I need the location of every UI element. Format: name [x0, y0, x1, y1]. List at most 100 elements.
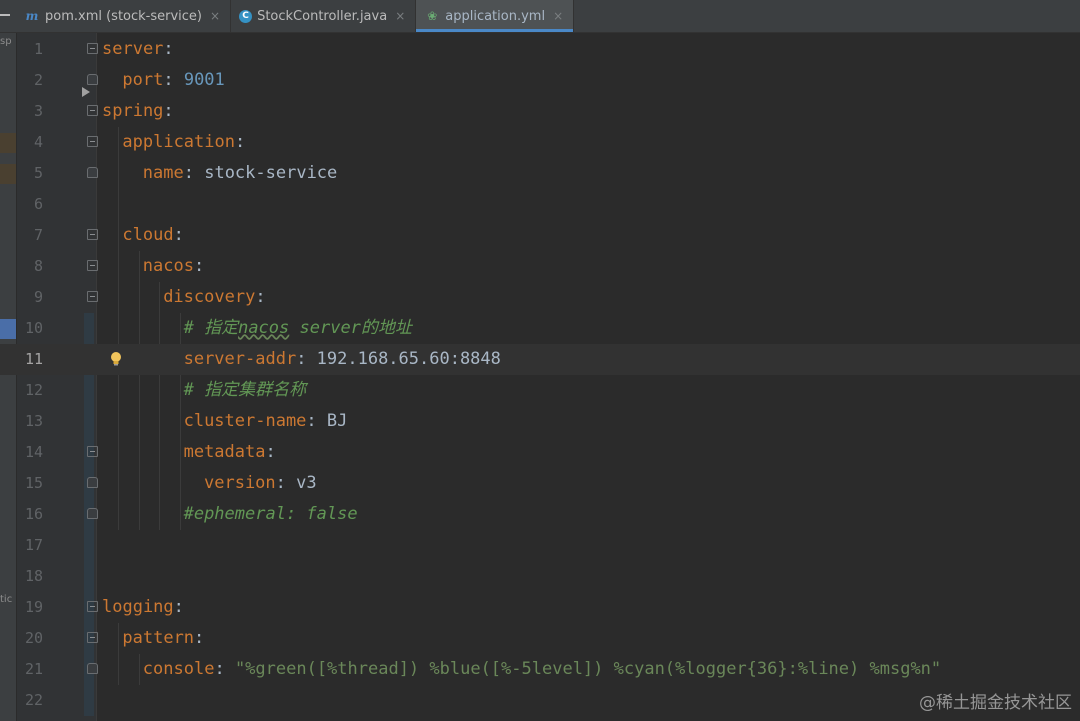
code-text: pattern:	[122, 623, 204, 654]
code-editor[interactable]: 1 server: 2 port: 9001 3 spring: 4 application:…	[0, 33, 1080, 721]
code-line[interactable]: 7 cloud:	[0, 220, 1080, 251]
fold-end-icon[interactable]	[87, 74, 98, 85]
code-text: metadata:	[184, 437, 276, 468]
fold-collapse-icon[interactable]	[87, 632, 98, 643]
fold-collapse-icon[interactable]	[87, 229, 98, 240]
code-token: cloud	[122, 225, 174, 245]
fold-collapse-icon[interactable]	[87, 446, 98, 457]
code-token: #ephemeral: false	[183, 504, 358, 524]
line-number: 22	[24, 691, 43, 709]
code-token: server	[102, 39, 164, 59]
code-token: spring	[102, 101, 164, 121]
code-text: version: v3	[204, 468, 317, 499]
fold-end-icon[interactable]	[87, 508, 98, 519]
line-number: 4	[33, 133, 43, 151]
code-line[interactable]: 10 # 指定nacos server的地址	[0, 313, 1080, 344]
code-token: :	[173, 597, 184, 617]
code-token: :	[214, 659, 235, 679]
code-line[interactable]: 13 cluster-name: BJ	[0, 406, 1080, 437]
line-number: 1	[33, 40, 43, 58]
line-number: 5	[33, 164, 43, 182]
code-line[interactable]: 4 application:	[0, 127, 1080, 158]
fold-collapse-icon[interactable]	[87, 601, 98, 612]
code-text: # 指定集群名称	[184, 375, 306, 406]
java-class-icon: C	[239, 9, 253, 23]
close-icon[interactable]: ×	[553, 9, 563, 23]
code-line[interactable]: 11 server-addr: 192.168.65.60:8848	[0, 344, 1080, 375]
code-text: server-addr: 192.168.65.60:8848	[184, 344, 501, 375]
code-line[interactable]: 8 nacos:	[0, 251, 1080, 282]
code-token: version	[204, 473, 276, 493]
code-token: # 指定	[183, 318, 239, 338]
yaml-icon: ❀	[427, 9, 438, 23]
line-number: 20	[24, 629, 43, 647]
code-text: nacos:	[143, 251, 204, 282]
code-line[interactable]: 6	[0, 189, 1080, 220]
fold-collapse-icon[interactable]	[87, 291, 98, 302]
watermark: @稀土掘金技术社区	[919, 693, 1072, 713]
code-line[interactable]: 1 server:	[0, 34, 1080, 65]
code-token: application	[122, 132, 235, 152]
code-token: pattern	[122, 628, 195, 648]
code-token: :	[255, 287, 266, 307]
line-number: 8	[33, 257, 43, 275]
code-token: :	[173, 225, 184, 245]
tab-stock-controller[interactable]: C StockController.java ×	[231, 0, 417, 32]
code-line[interactable]: 22	[0, 685, 1080, 716]
code-text: spring:	[102, 96, 174, 127]
fold-collapse-icon[interactable]	[87, 105, 98, 116]
code-line[interactable]: 14 metadata:	[0, 437, 1080, 468]
code-line[interactable]: 21 console: "%green([%thread]) %blue([%-5…	[0, 654, 1080, 685]
fold-collapse-icon[interactable]	[87, 43, 98, 54]
code-token: : v3	[275, 473, 317, 493]
line-number: 17	[24, 536, 43, 554]
code-line[interactable]: 2 port: 9001	[0, 65, 1080, 96]
line-number: 7	[33, 226, 43, 244]
code-token: name	[142, 163, 184, 183]
fold-end-icon[interactable]	[87, 167, 98, 178]
tab-pom-xml[interactable]: m pom.xml (stock-service) ×	[16, 0, 232, 32]
fold-end-icon[interactable]	[87, 477, 98, 488]
fold-end-icon[interactable]	[87, 663, 98, 674]
code-token: nacos	[142, 256, 194, 276]
code-line[interactable]: 18	[0, 561, 1080, 592]
code-text: name: stock-service	[143, 158, 337, 189]
close-icon[interactable]: ×	[210, 9, 220, 23]
code-line[interactable]: 16 #ephemeral: false	[0, 499, 1080, 530]
code-token: :	[265, 442, 276, 462]
run-gutter-icon[interactable]	[82, 87, 90, 97]
fold-collapse-icon[interactable]	[87, 136, 98, 147]
code-text: logging:	[102, 592, 184, 623]
code-line[interactable]: 3 spring:	[0, 96, 1080, 127]
code-token: server-addr	[183, 349, 297, 369]
code-token: # 指定集群名称	[183, 380, 307, 400]
editor-tab-bar: m pom.xml (stock-service) × C StockContr…	[0, 0, 1080, 33]
code-line[interactable]: 5 name: stock-service	[0, 158, 1080, 189]
code-token: console	[142, 659, 215, 679]
code-token: logging	[102, 597, 174, 617]
code-token: discovery	[163, 287, 256, 307]
tab-application-yml[interactable]: ❀ application.yml ×	[416, 0, 575, 32]
code-line[interactable]: 9 discovery:	[0, 282, 1080, 313]
fold-collapse-icon[interactable]	[87, 260, 98, 271]
code-token: :	[163, 101, 174, 121]
code-line[interactable]: 20 pattern:	[0, 623, 1080, 654]
code-token: : BJ	[306, 411, 348, 431]
code-line[interactable]: 17	[0, 530, 1080, 561]
code-text: server:	[102, 34, 174, 65]
code-token: "%green([%thread]) %blue([%-5level]) %cy…	[234, 659, 942, 679]
lightbulb-icon[interactable]	[110, 351, 122, 367]
line-number: 16	[24, 505, 43, 523]
code-text: application:	[122, 127, 245, 158]
code-token: nacos	[238, 318, 290, 338]
code-token: 9001	[183, 70, 225, 90]
code-token: :	[163, 39, 174, 59]
line-number: 14	[24, 443, 43, 461]
code-line[interactable]: 15 version: v3	[0, 468, 1080, 499]
code-line[interactable]: 12 # 指定集群名称	[0, 375, 1080, 406]
ide-window: m pom.xml (stock-service) × C StockContr…	[0, 0, 1080, 721]
code-line[interactable]: 19 logging:	[0, 592, 1080, 623]
code-text: discovery:	[163, 282, 265, 313]
close-icon[interactable]: ×	[395, 9, 405, 23]
line-number: 13	[24, 412, 43, 430]
